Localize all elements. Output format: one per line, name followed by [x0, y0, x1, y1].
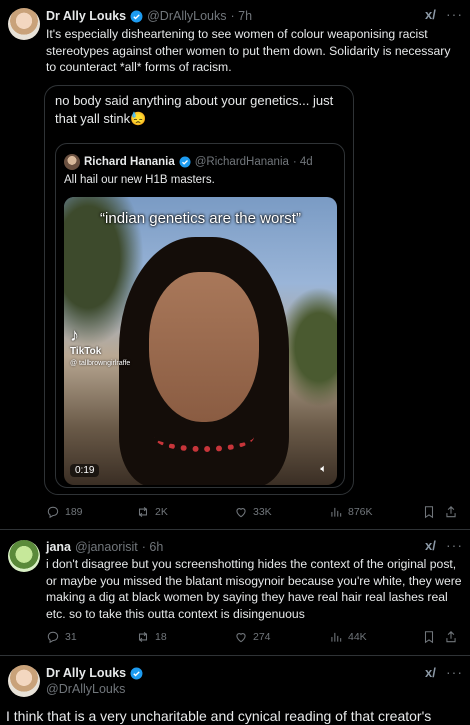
- author-handle[interactable]: @DrAllyLouks: [147, 9, 226, 23]
- nested-tweet-text: All hail our new H1B masters.: [64, 174, 215, 186]
- bookmark-icon: [424, 631, 434, 644]
- avatar[interactable]: [8, 540, 40, 572]
- bookmark-button[interactable]: [422, 630, 436, 644]
- tiktok-label: TikTok: [70, 346, 102, 357]
- video-subject-necklace: [154, 422, 254, 452]
- heart-icon: [236, 633, 246, 643]
- author-handle-row: @DrAllyLouks: [46, 682, 125, 696]
- tweet-jana[interactable]: jana @janaorisit · 6h x/ ··· i don't dis…: [0, 530, 470, 655]
- views-chart-icon: [331, 632, 342, 642]
- video-duration: 0:19: [70, 464, 100, 477]
- more-options-icon[interactable]: ···: [446, 664, 463, 680]
- grok-icon[interactable]: x/: [425, 538, 436, 553]
- avatar[interactable]: [64, 154, 80, 170]
- views-count: 876K: [348, 506, 373, 518]
- author-name[interactable]: Richard Hanania: [84, 156, 175, 168]
- video-subject-face: [149, 272, 259, 422]
- tweet-text: I think that is a very uncharitable and …: [6, 708, 432, 724]
- author-handle[interactable]: @RichardHanania: [195, 156, 289, 168]
- avatar[interactable]: [8, 665, 40, 697]
- share-icon: [446, 631, 456, 643]
- nested-header: Richard Hanania @RichardHanania · 4d: [64, 154, 313, 170]
- author-name[interactable]: Dr Ally Louks: [46, 9, 126, 23]
- timestamp[interactable]: · 4d: [293, 156, 313, 168]
- more-options-icon[interactable]: ···: [446, 537, 463, 553]
- share-button[interactable]: [444, 630, 458, 644]
- tweet-ally-1[interactable]: Dr Ally Louks @DrAllyLouks · 7h x/ ··· I…: [0, 0, 470, 525]
- more-options-icon[interactable]: ···: [446, 6, 463, 22]
- grok-icon[interactable]: x/: [425, 665, 436, 680]
- like-count: 274: [253, 631, 271, 643]
- tiktok-icon: ♪: [70, 325, 79, 345]
- verified-badge-icon: [130, 667, 143, 679]
- reply-count: 31: [65, 631, 77, 643]
- repost-button[interactable]: 2K: [136, 505, 168, 519]
- views-chart-icon: [331, 507, 342, 517]
- author-name[interactable]: Dr Ally Louks: [46, 666, 126, 680]
- repost-count: 2K: [155, 506, 168, 518]
- tweet-text: It's especially disheartening to see wom…: [46, 27, 451, 74]
- quote-tweet[interactable]: no body said anything about your genetic…: [44, 85, 354, 495]
- tiktok-username: @ tallbrowngirlraffe: [70, 360, 131, 367]
- tweet-header: Dr Ally Louks @DrAllyLouks · 7h: [46, 9, 252, 23]
- tweet-ally-2[interactable]: Dr Ally Louks @DrAllyLouks x/ ··· I thin…: [0, 656, 470, 725]
- views-button[interactable]: 876K: [329, 505, 373, 519]
- heart-icon: [236, 508, 246, 518]
- bookmark-icon: [424, 506, 434, 519]
- author-name[interactable]: jana: [46, 540, 71, 554]
- nested-quote-tweet[interactable]: Richard Hanania @RichardHanania · 4d All…: [55, 143, 345, 488]
- views-count: 44K: [348, 631, 367, 643]
- tweet-text: i don't disagree but you screenshotting …: [46, 557, 462, 621]
- timestamp[interactable]: · 6h: [142, 540, 164, 554]
- share-icon: [446, 506, 456, 518]
- mute-icon[interactable]: 🔈︎: [320, 463, 327, 476]
- author-handle[interactable]: @janaorisit: [75, 540, 138, 554]
- grok-icon[interactable]: x/: [425, 7, 436, 22]
- views-button[interactable]: 44K: [329, 630, 367, 644]
- reply-count: 189: [65, 506, 83, 518]
- video-caption: “indian genetics are the worst”: [100, 210, 301, 227]
- reply-icon: [47, 506, 59, 519]
- tweet-header: Dr Ally Louks: [46, 666, 143, 680]
- repost-count: 18: [155, 631, 167, 643]
- avatar[interactable]: [8, 8, 40, 40]
- reply-button[interactable]: 31: [46, 630, 77, 644]
- reply-button[interactable]: 189: [46, 505, 83, 519]
- repost-icon: [138, 631, 148, 643]
- repost-button[interactable]: 18: [136, 630, 167, 644]
- like-button[interactable]: 274: [234, 630, 271, 644]
- timestamp[interactable]: · 7h: [231, 9, 253, 23]
- like-button[interactable]: 33K: [234, 505, 272, 519]
- quote-tweet-text: no body said anything about your genetic…: [55, 93, 334, 126]
- tweet-header: jana @janaorisit · 6h: [46, 540, 163, 554]
- bookmark-button[interactable]: [422, 505, 436, 519]
- like-count: 33K: [253, 506, 272, 518]
- share-button[interactable]: [444, 505, 458, 519]
- video-player[interactable]: “indian genetics are the worst” ♪ TikTok…: [64, 197, 337, 485]
- verified-badge-icon: [179, 156, 191, 168]
- author-handle[interactable]: @DrAllyLouks: [46, 682, 125, 696]
- repost-icon: [138, 506, 148, 518]
- verified-badge-icon: [130, 10, 143, 22]
- reply-icon: [47, 631, 59, 644]
- tiktok-watermark: ♪ TikTok @ tallbrowngirlraffe: [70, 325, 130, 368]
- action-bar: 31 18 274 44K: [46, 630, 461, 648]
- action-bar: 189 2K 33K 876K: [46, 505, 461, 523]
